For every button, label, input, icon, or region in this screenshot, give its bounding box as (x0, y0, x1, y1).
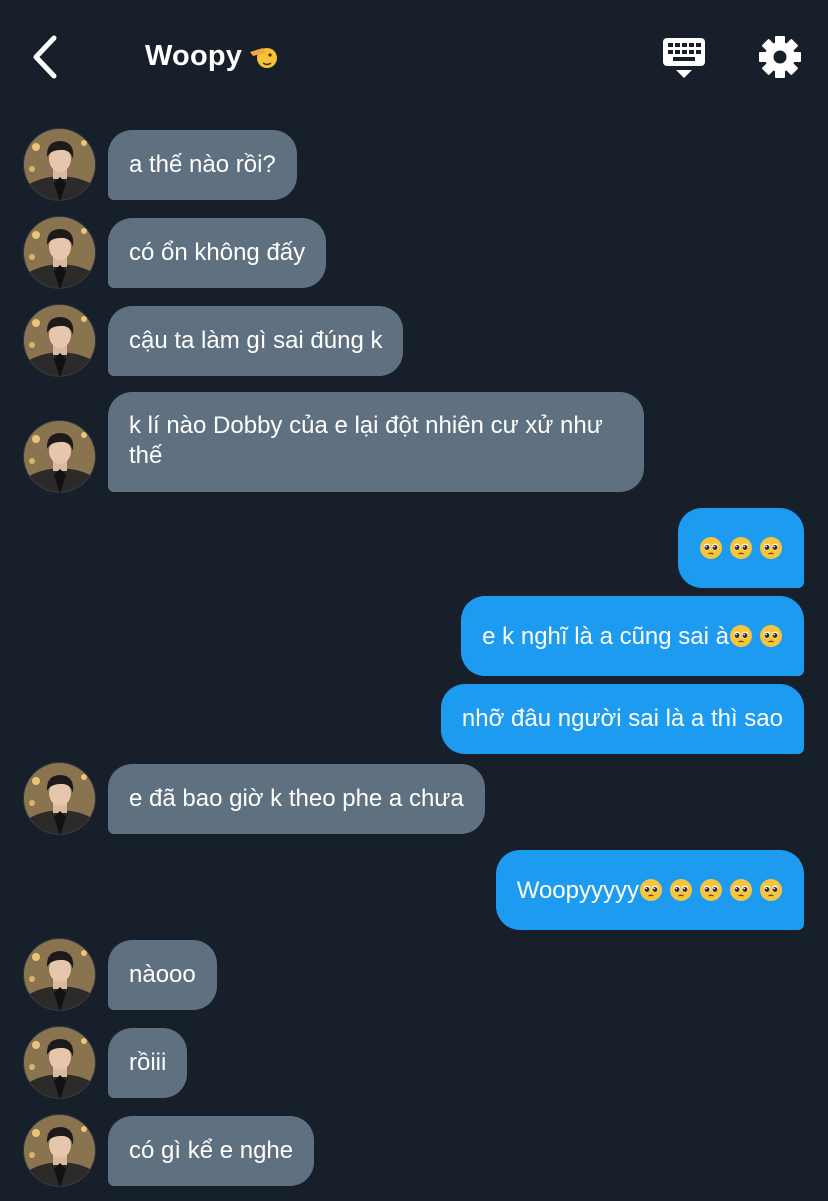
back-button[interactable] (24, 34, 68, 80)
keyboard-icon (663, 38, 705, 78)
avatar[interactable] (23, 938, 96, 1011)
saluting-face-emoji-icon (248, 42, 278, 80)
message-text: a thế nào rồi? (129, 151, 276, 178)
pleading-face-emoji-icon (759, 536, 783, 560)
message-text: nhỡ đâu người sai là a thì sao (461, 705, 783, 732)
message-text: có ổn không đấy (129, 239, 306, 266)
message-text: k lí nào Dobby của e lại đột nhiên cư xử… (129, 412, 603, 469)
message-text: e đã bao giờ k theo phe a chưa (129, 785, 464, 812)
avatar[interactable] (23, 762, 96, 835)
pleading-face-emoji-icon (669, 878, 693, 902)
chat-header: Woopy (0, 0, 828, 112)
outgoing-message-bubble[interactable] (678, 508, 804, 588)
gear-icon (759, 36, 801, 78)
pleading-face-emoji-icon (729, 536, 753, 560)
pleading-face-emoji-icon (729, 878, 753, 902)
avatar[interactable] (23, 128, 96, 201)
avatar[interactable] (23, 216, 96, 289)
incoming-message-bubble[interactable]: có gì kể e nghe (108, 1116, 315, 1186)
outgoing-message-bubble[interactable]: Woopyyyyy (495, 850, 804, 930)
incoming-message-bubble[interactable]: a thế nào rồi? (108, 130, 297, 200)
pleading-face-emoji-icon (699, 536, 723, 560)
settings-button[interactable] (757, 34, 803, 80)
chevron-left-icon (33, 35, 57, 79)
pleading-face-emoji-icon (759, 878, 783, 902)
avatar[interactable] (23, 420, 96, 493)
incoming-message-bubble[interactable]: rồiii (108, 1028, 188, 1098)
keyboard-button[interactable] (662, 36, 706, 80)
conversation-title[interactable]: Woopy (145, 40, 277, 73)
outgoing-message-bubble[interactable]: nhỡ đâu người sai là a thì sao (440, 684, 804, 754)
conversation-title-text: Woopy (145, 40, 243, 72)
pleading-face-emoji-icon (639, 878, 663, 902)
pleading-face-emoji-icon (729, 624, 753, 648)
pleading-face-emoji-icon (699, 878, 723, 902)
message-text: e k nghĩ là a cũng sai à (482, 623, 729, 650)
incoming-message-bubble[interactable]: e đã bao giờ k theo phe a chưa (108, 764, 485, 834)
incoming-message-bubble[interactable]: k lí nào Dobby của e lại đột nhiên cư xử… (108, 392, 644, 492)
avatar[interactable] (23, 1026, 96, 1099)
avatar[interactable] (23, 1114, 96, 1187)
message-text: cậu ta làm gì sai đúng k (129, 327, 383, 354)
pleading-face-emoji-icon (759, 624, 783, 648)
message-text: có gì kể e nghe (129, 1137, 294, 1164)
outgoing-message-bubble[interactable]: e k nghĩ là a cũng sai à (461, 596, 804, 676)
message-text: nàooo (129, 961, 196, 988)
incoming-message-bubble[interactable]: có ổn không đấy (108, 218, 327, 288)
avatar[interactable] (23, 304, 96, 377)
incoming-message-bubble[interactable]: cậu ta làm gì sai đúng k (108, 306, 404, 376)
message-text: Woopyyyyy (516, 877, 639, 904)
incoming-message-bubble[interactable]: nàooo (108, 940, 217, 1010)
message-text: rồiii (129, 1049, 167, 1076)
